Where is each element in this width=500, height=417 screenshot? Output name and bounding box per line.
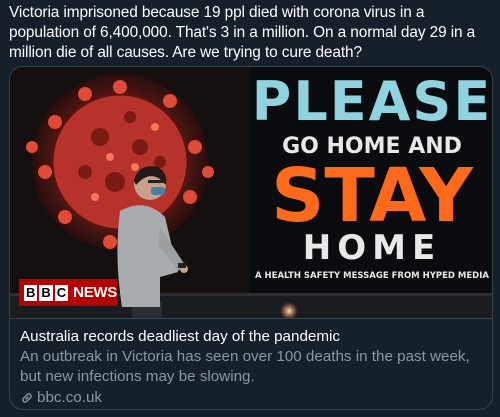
card-description: An outbreak in Victoria has seen over 10… xyxy=(20,348,470,385)
card-meta[interactable]: Australia records deadliest day of the p… xyxy=(10,318,492,409)
sign-line-home: HOME xyxy=(303,228,441,268)
bbc-logo-box-2: B xyxy=(39,284,53,301)
card-domain-text: bbc.co.uk xyxy=(37,389,103,406)
tweet-text: Victoria imprisoned because 19 ppl died … xyxy=(9,4,476,61)
bbc-logo-box-3: C xyxy=(54,284,69,301)
bbc-news-badge: B B C NEWS xyxy=(19,279,117,306)
sign-line-please: PLEASE xyxy=(252,70,492,133)
bbc-news-label: NEWS xyxy=(73,284,117,301)
card-image[interactable]: PLEASE GO HOME AND STAY HOME A HEALTH SA… xyxy=(10,67,492,318)
card-title[interactable]: Australia records deadliest day of the p… xyxy=(20,327,482,347)
bbc-logo-box-1: B xyxy=(24,284,38,301)
link-card[interactable]: PLEASE GO HOME AND STAY HOME A HEALTH SA… xyxy=(9,66,493,410)
sign-footer: A HEALTH SAFETY MESSAGE FROM HYPED MEDIA xyxy=(255,271,489,281)
card-domain[interactable]: bbc.co.uk xyxy=(20,388,482,408)
link-icon xyxy=(20,391,34,405)
sign-line-stay: STAY xyxy=(271,153,474,239)
